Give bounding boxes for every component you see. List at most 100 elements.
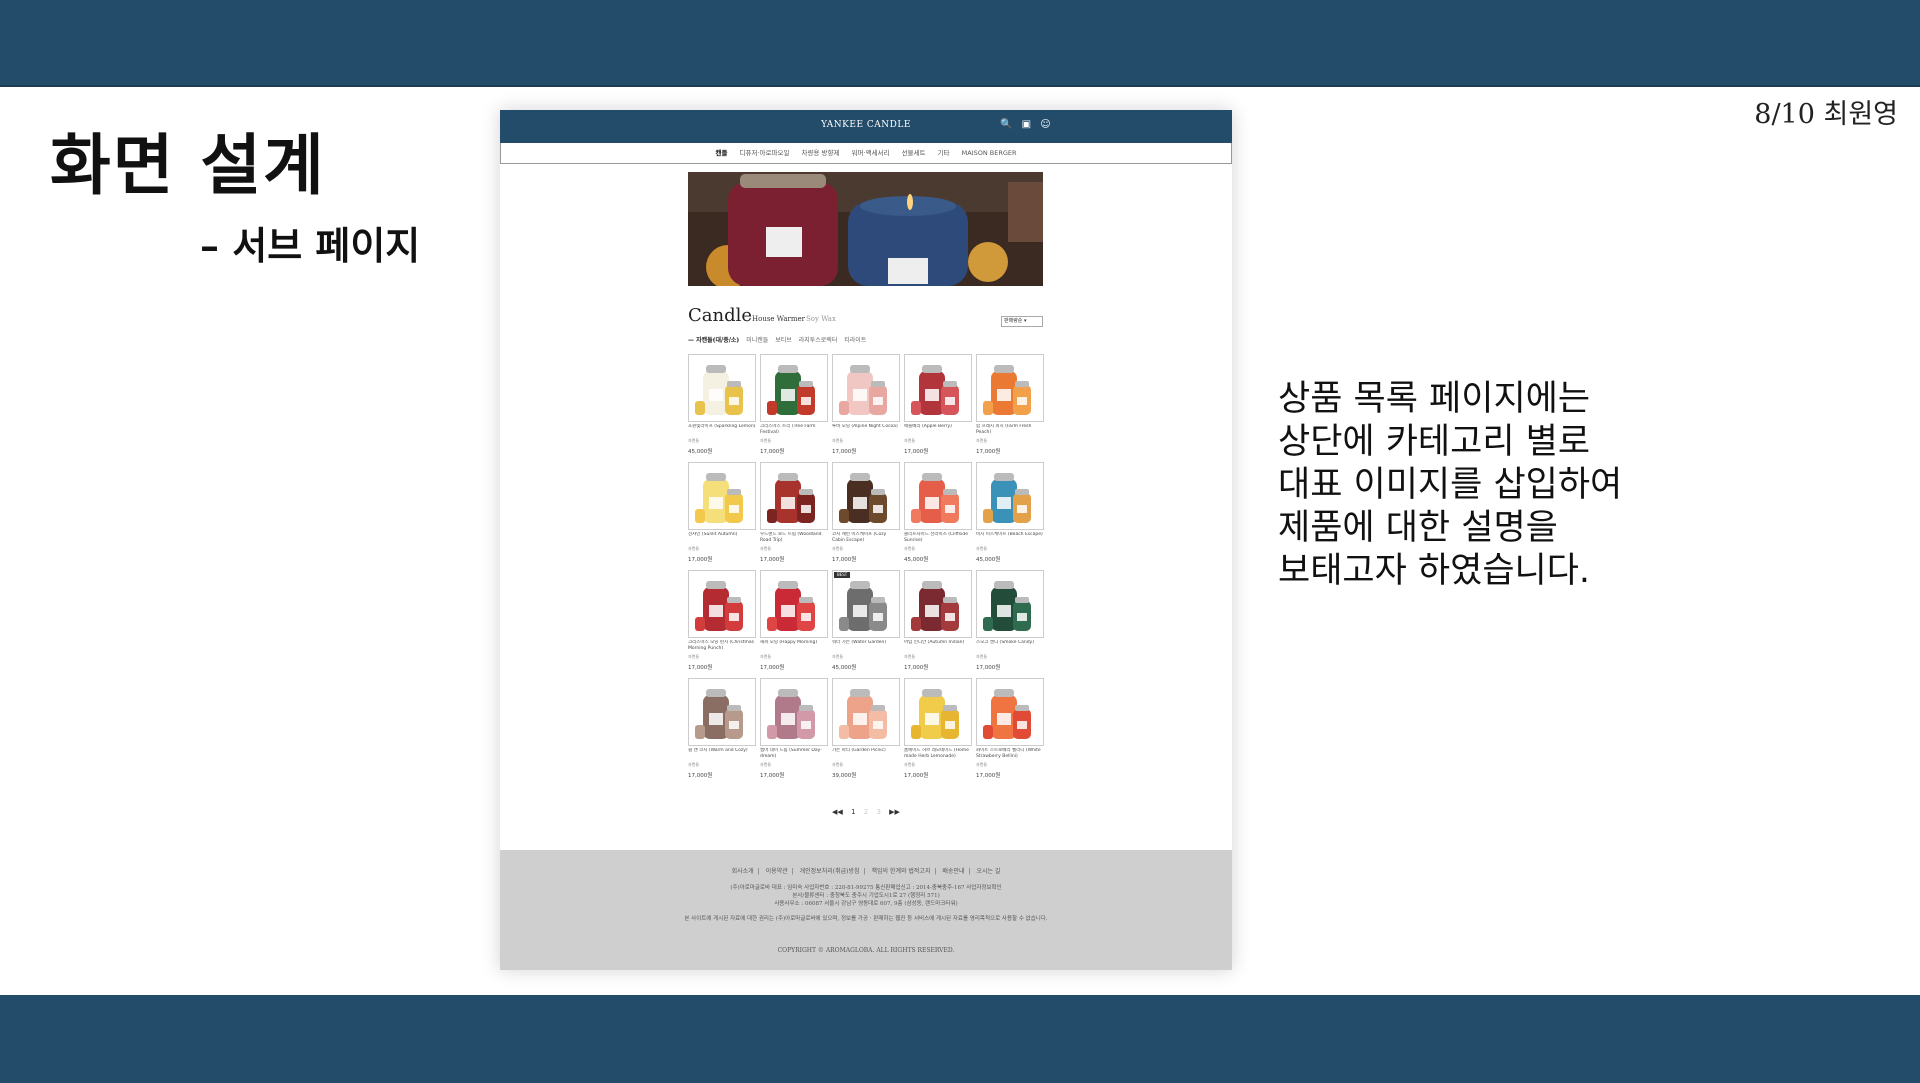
product-card[interactable]: 홈메이드 허브 레모네이드 (Home made Herb Lemonade) 자… (904, 678, 972, 779)
product-name[interactable]: 크리스마스 모닝 펀치 (Christmas Morning Punch) (688, 640, 756, 654)
page-1[interactable]: 1 (851, 808, 855, 816)
product-card[interactable]: 어텀 인디안 (Autumn Indian) 자캔들 17,000원 (904, 570, 972, 671)
product-image[interactable] (688, 462, 756, 530)
product-card[interactable]: 가든 파티 (Garden Picnic) 자캔들 39,000원 (832, 678, 900, 779)
next-page-button[interactable]: ▶▶ (889, 808, 900, 816)
product-image[interactable] (832, 462, 900, 530)
nav-item-gift[interactable]: 선물세트 (902, 149, 926, 157)
product-name[interactable]: 홈메이드 허브 레모네이드 (Home made Herb Lemonade) (904, 748, 972, 762)
product-name[interactable]: 코지 캐빈 이스케이프 (Cozy Cabin Escape) (832, 532, 900, 546)
nav-item-warmer[interactable]: 워머·액세서리 (852, 149, 890, 157)
product-image[interactable]: BEST (832, 570, 900, 638)
product-name[interactable]: 워터 가든 (Water Garden) (832, 640, 900, 654)
footer-link-liability[interactable]: 책임의 한계와 법적고지 (871, 868, 930, 875)
product-image[interactable] (904, 570, 972, 638)
product-card[interactable]: 코지 캐빈 이스케이프 (Cozy Cabin Escape) 자캔들 17,000… (832, 462, 900, 563)
footer-info-line: (주)아로마글로바 대표 : 임미숙 사업자번호 : 220-81-99275 … (730, 885, 1002, 891)
product-card[interactable]: 해피 모닝 (Happy Morning) 자캔들 17,000원 (760, 570, 828, 671)
product-name[interactable]: 크리스마스 트리 (Tree Farm Festival) (760, 424, 828, 438)
product-image[interactable] (976, 678, 1044, 746)
filter-tealight[interactable]: 티라이트 (844, 337, 866, 344)
pagination: ◀◀ 1 2 3 ▶▶ (500, 808, 1232, 816)
product-card[interactable]: 크리스마스 모닝 펀치 (Christmas Morning Punch) 자캔들… (688, 570, 756, 671)
product-name[interactable]: 선샤인 (Sunlit Autumn) (688, 532, 756, 546)
product-category: 자캔들 (976, 654, 988, 659)
product-name[interactable]: 썸머 데이 드림 (Summer Day-dream) (760, 748, 828, 762)
product-card[interactable]: 스모크 캔디 (Smoke Candy) 자캔들 17,000원 (976, 570, 1044, 671)
product-name[interactable]: 해피 모닝 (Happy Morning) (760, 640, 828, 654)
prev-page-button[interactable]: ◀◀ (832, 808, 843, 816)
filter-votive[interactable]: 보티브 (775, 337, 792, 344)
product-name[interactable]: 클리프사이드 선라이즈 (Cliffside Sunrise) (904, 532, 972, 546)
product-name[interactable]: 루비 모닝 (Alpine Night Cocoa) (832, 424, 900, 438)
product-name[interactable]: 어텀 인디안 (Autumn Indian) (904, 640, 972, 654)
product-image[interactable] (976, 570, 1044, 638)
product-category: 자캔들 (832, 438, 844, 443)
product-image[interactable] (976, 462, 1044, 530)
product-name[interactable]: 스모크 캔디 (Smoke Candy) (976, 640, 1044, 654)
site-footer: 회사소개 | 이용약관 | 개인정보처리(취급)방침 | 책임의 한계와 법적고지 | … (500, 850, 1232, 970)
product-image[interactable] (688, 570, 756, 638)
product-name[interactable]: 팜 프레시 피치 (Farm Fresh Peach) (976, 424, 1044, 438)
product-card[interactable]: 웜 앤 코지 (Warm and Cozy) 자캔들 17,000원 (688, 678, 756, 779)
footer-link-directions[interactable]: 오시는 길 (976, 868, 1000, 875)
nav-item-candle[interactable]: 캔들 (715, 149, 727, 157)
product-name[interactable]: 애플베리 (Apple Berry) (904, 424, 972, 438)
filter-mini-candle[interactable]: 미니캔들 (746, 337, 768, 344)
product-card[interactable]: BEST 워터 가든 (Water Garden) 자캔들 45,000원 (832, 570, 900, 671)
filter-large-tumbler[interactable]: 라지투스로렉터 (799, 337, 838, 344)
search-icon[interactable]: 🔍 (1000, 119, 1012, 130)
product-name[interactable]: 화이트 스트로베리 벨리니 (White Strawberry Bellini) (976, 748, 1044, 762)
footer-link-privacy[interactable]: 개인정보처리(취급)방침 (800, 868, 860, 875)
footer-company-info: (주)아로마글로바 대표 : 임미숙 사업자번호 : 220-81-99275 … (500, 884, 1232, 908)
user-icon[interactable]: ☺ (1040, 119, 1050, 130)
product-image[interactable] (688, 354, 756, 422)
page-2[interactable]: 2 (864, 808, 868, 816)
tab-soy-wax[interactable]: Soy Wax (806, 315, 836, 323)
footer-link-terms[interactable]: 이용약관 (766, 868, 788, 875)
page-3[interactable]: 3 (876, 808, 880, 816)
product-image[interactable] (904, 678, 972, 746)
filter-jar-candle[interactable]: — 자캔들(대/중/소) (688, 337, 739, 344)
product-image[interactable] (904, 462, 972, 530)
product-card[interactable]: 클리프사이드 선라이즈 (Cliffside Sunrise) 자캔들 45,000… (904, 462, 972, 563)
product-image[interactable] (760, 462, 828, 530)
footer-link-company[interactable]: 회사소개 (732, 868, 754, 875)
nav-item-car[interactable]: 차량용 방향제 (802, 149, 840, 157)
footer-link-shipping[interactable]: 배송안내 (942, 868, 964, 875)
cart-icon[interactable]: ▣ (1022, 119, 1031, 130)
product-card[interactable]: 화이트 스트로베리 벨리니 (White Strawberry Bellini)… (976, 678, 1044, 779)
site-logo[interactable]: YANKEE CANDLE (500, 120, 1232, 130)
product-image[interactable] (832, 678, 900, 746)
product-category: 자캔들 (904, 546, 916, 551)
product-card[interactable]: 루비 모닝 (Alpine Night Cocoa) 자캔들 17,000원 (832, 354, 900, 455)
product-name[interactable]: 우드랜드 로드 트립 (Woodland Road Trip) (760, 532, 828, 546)
product-image[interactable] (760, 354, 828, 422)
product-card[interactable]: 썸머 데이 드림 (Summer Day-dream) 자캔들 17,000원 (760, 678, 828, 779)
product-image[interactable] (760, 570, 828, 638)
product-image[interactable] (976, 354, 1044, 422)
product-image[interactable] (832, 354, 900, 422)
bottom-banner (0, 995, 1920, 1083)
product-card[interactable]: 비치 이스케이프 (Beach Escape) 자캔들 45,000원 (976, 462, 1044, 563)
product-image[interactable] (904, 354, 972, 422)
nav-item-diffuser[interactable]: 디퓨저·아로마오일 (740, 149, 790, 157)
product-image[interactable] (760, 678, 828, 746)
product-name[interactable]: 가든 파티 (Garden Picnic) (832, 748, 900, 762)
product-name[interactable]: 비치 이스케이프 (Beach Escape) (976, 532, 1044, 546)
tab-house-warmer[interactable]: House Warmer (752, 315, 805, 323)
product-card[interactable]: 크리스마스 트리 (Tree Farm Festival) 자캔들 17,000원 (760, 354, 828, 455)
product-card[interactable]: 우드랜드 로드 트립 (Woodland Road Trip) 자캔들 17,000… (760, 462, 828, 563)
product-card[interactable]: 선샤인 (Sunlit Autumn) 자캔들 17,000원 (688, 462, 756, 563)
product-card[interactable]: 애플베리 (Apple Berry) 자캔들 17,000원 (904, 354, 972, 455)
product-name[interactable]: 웜 앤 코지 (Warm and Cozy) (688, 748, 756, 762)
product-image[interactable] (688, 678, 756, 746)
nav-item-maison-berger[interactable]: MAISON BERGER (962, 149, 1017, 157)
product-name[interactable]: 초원빛라이프 (Sparkling Lemon) (688, 424, 756, 438)
sort-select[interactable]: 판매량순 ▾ (1001, 316, 1043, 327)
product-card[interactable]: 초원빛라이프 (Sparkling Lemon) 자캔들 45,000원 (688, 354, 756, 455)
nav-item-etc[interactable]: 기타 (938, 149, 950, 157)
product-card[interactable]: 팜 프레시 피치 (Farm Fresh Peach) 자캔들 17,000원 (976, 354, 1044, 455)
subpage-mockup: YANKEE CANDLE 🔍 ▣ ☺ 캔들 디퓨저·아로마오일 차량용 방향제… (500, 110, 1232, 970)
product-price: 17,000원 (832, 557, 857, 563)
